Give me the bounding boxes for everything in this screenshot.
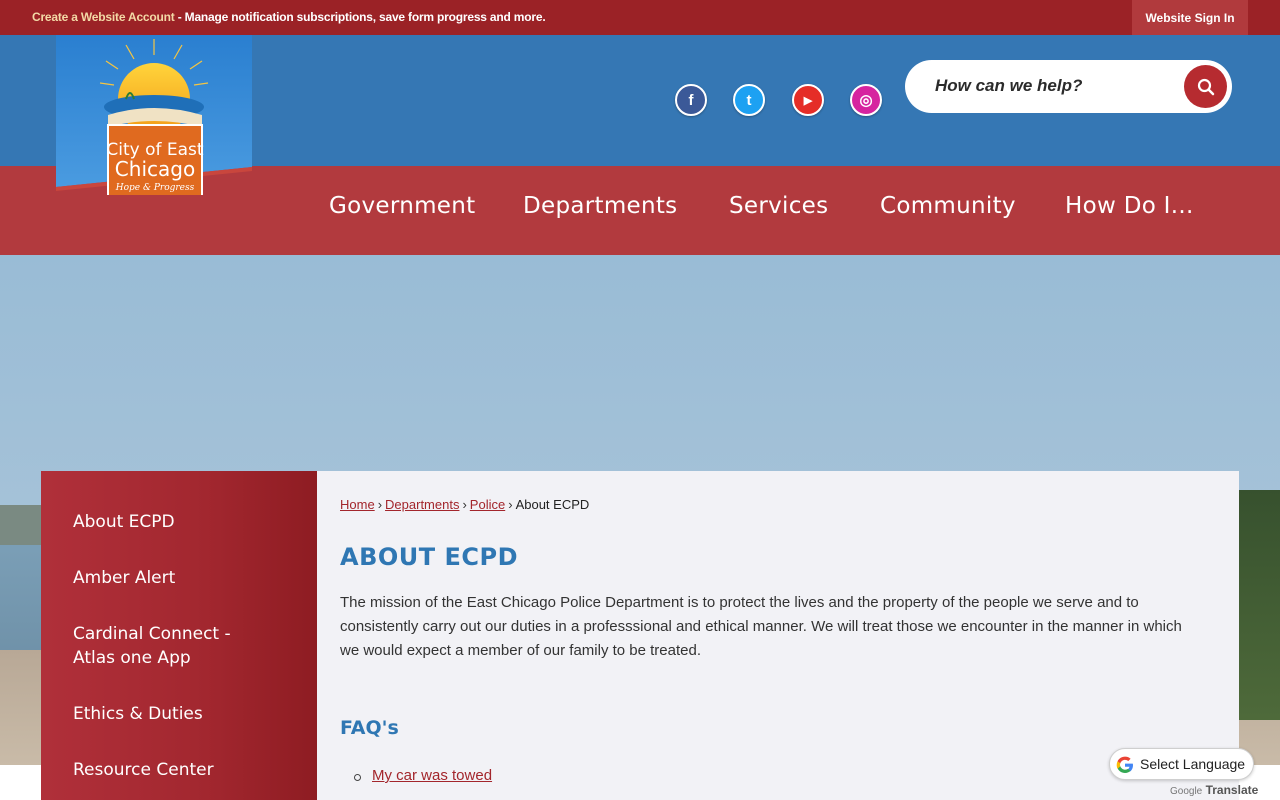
main-content: Home › Departments › Police › About ECPD ABOUT… <box>317 471 1239 800</box>
breadcrumb-separator: › <box>462 497 467 512</box>
logo-text-line2: Chicago <box>115 157 195 181</box>
nav-services[interactable]: Services <box>729 193 828 219</box>
breadcrumb-separator: › <box>508 497 513 512</box>
select-language-label: Select Language <box>1140 756 1246 772</box>
faq-link-car-towed[interactable]: My car was towed <box>372 767 492 784</box>
powered-by-google-translate[interactable]: Google Translate <box>1170 783 1258 797</box>
nav-how-do-i[interactable]: How Do I... <box>1065 193 1194 219</box>
youtube-icon[interactable]: ▶ <box>792 84 824 116</box>
breadcrumb-police[interactable]: Police <box>470 497 505 512</box>
create-account-link[interactable]: Create a Website Account <box>32 10 175 24</box>
twitter-icon[interactable]: t <box>733 84 765 116</box>
translate-label: Translate <box>1205 783 1259 797</box>
create-account-banner: Create a Website Account - Manage notifi… <box>32 10 546 24</box>
search-input[interactable] <box>935 73 1175 99</box>
list-item: My car was towed <box>354 767 492 784</box>
breadcrumb-departments[interactable]: Departments <box>385 497 459 512</box>
nav-government[interactable]: Government <box>329 193 475 219</box>
instagram-icon[interactable]: ◎ <box>850 84 882 116</box>
search-icon <box>1197 78 1214 95</box>
google-wordmark: Google <box>1170 786 1203 797</box>
search-button[interactable] <box>1184 65 1227 108</box>
google-g-icon <box>1116 756 1133 773</box>
mission-statement: The mission of the East Chicago Police D… <box>340 594 1182 659</box>
nav-community[interactable]: Community <box>880 193 1016 219</box>
sidebar-item-about-ecpd[interactable]: About ECPD <box>73 510 273 534</box>
nav-departments[interactable]: Departments <box>523 193 677 219</box>
faq-heading: FAQ's <box>340 717 399 739</box>
breadcrumb-current: About ECPD <box>515 497 590 512</box>
breadcrumb-home[interactable]: Home <box>340 497 375 512</box>
sidebar-item-resource-center[interactable]: Resource Center <box>73 758 273 782</box>
sidebar-item-ethics-duties[interactable]: Ethics & Duties <box>73 702 273 726</box>
facebook-icon[interactable]: f <box>675 84 707 116</box>
website-sign-in-button[interactable]: Website Sign In <box>1132 0 1248 35</box>
sidebar-item-cardinal-connect[interactable]: Cardinal Connect - Atlas one App <box>73 622 253 670</box>
top-utility-bar: Create a Website Account - Manage notifi… <box>0 0 1280 35</box>
site-search <box>905 60 1232 113</box>
breadcrumb: Home › Departments › Police › About ECPD <box>340 497 589 512</box>
hero-trees <box>1238 490 1280 720</box>
sidebar-item-amber-alert[interactable]: Amber Alert <box>73 566 273 590</box>
page-title: ABOUT ECPD <box>340 543 519 571</box>
breadcrumb-separator: › <box>377 497 383 512</box>
create-account-description: - Manage notification subscriptions, sav… <box>174 10 546 24</box>
hero-left-structures <box>0 505 42 545</box>
select-language-dropdown[interactable]: Select Language <box>1109 748 1254 780</box>
city-logo[interactable]: City of East Chicago Hope & Progress IND… <box>56 35 252 212</box>
logo-tagline: Hope & Progress <box>115 183 195 193</box>
sidebar-navigation: About ECPD Amber Alert Cardinal Connect … <box>41 471 317 800</box>
faq-list: My car was towed <box>354 767 492 784</box>
